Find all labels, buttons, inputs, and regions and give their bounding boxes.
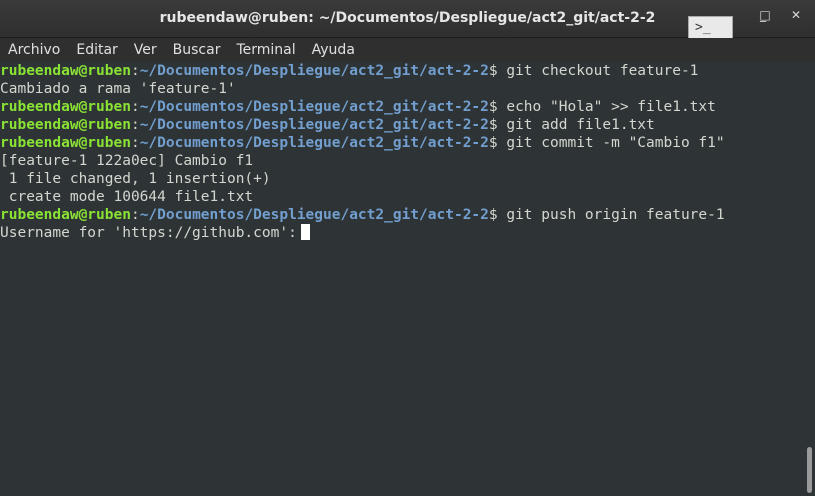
terminal-line: rubeendaw@ruben:~/Documentos/Despliegue/…	[0, 206, 803, 224]
menu-archivo[interactable]: Archivo	[0, 38, 68, 62]
menu-buscar[interactable]: Buscar	[165, 38, 229, 62]
maximize-icon[interactable]: □	[757, 8, 773, 22]
prompt-separator: :	[130, 117, 140, 133]
terminal-task-icon[interactable]: >_	[688, 16, 733, 38]
text-cursor[interactable]	[300, 224, 310, 240]
prompt-separator: :	[130, 63, 140, 79]
input-prompt-text: Username for 'https://github.com':	[0, 225, 297, 241]
terminal-output[interactable]: rubeendaw@ruben:~/Documentos/Despliegue/…	[0, 62, 803, 496]
prompt-user: rubeendaw@ruben	[0, 99, 131, 115]
menu-editar[interactable]: Editar	[68, 38, 125, 62]
close-icon[interactable]: ✕	[788, 8, 804, 22]
command-text: $ git push origin feature-1	[488, 207, 725, 223]
prompt-path: ~/Documentos/Despliegue/act2_git/act-2-2	[139, 207, 489, 223]
output-text: [feature-1 122a0ec] Cambio f1	[0, 153, 254, 169]
menu-ayuda[interactable]: Ayuda	[304, 38, 363, 62]
terminal-line: Username for 'https://github.com':	[0, 224, 803, 242]
command-text: $ git add file1.txt	[488, 117, 655, 133]
prompt-path: ~/Documentos/Despliegue/act2_git/act-2-2	[139, 117, 489, 133]
output-text: 1 file changed, 1 insertion(+)	[0, 171, 271, 187]
terminal-line: rubeendaw@ruben:~/Documentos/Despliegue/…	[0, 98, 803, 116]
menu-ver[interactable]: Ver	[126, 38, 165, 62]
prompt-path: ~/Documentos/Despliegue/act2_git/act-2-2	[139, 135, 489, 151]
prompt-separator: :	[130, 99, 140, 115]
terminal-line: rubeendaw@ruben:~/Documentos/Despliegue/…	[0, 134, 803, 152]
command-text: $ echo "Hola" >> file1.txt	[488, 99, 716, 115]
command-text: $ git checkout feature-1	[488, 63, 699, 79]
title-bar[interactable]: rubeendaw@ruben: ~/Documentos/Despliegue…	[0, 0, 815, 38]
command-text: $ git commit -m "Cambio f1"	[488, 135, 725, 151]
prompt-user: rubeendaw@ruben	[0, 135, 131, 151]
prompt-user: rubeendaw@ruben	[0, 117, 131, 133]
scrollbar-thumb[interactable]	[807, 447, 812, 493]
prompt-user: rubeendaw@ruben	[0, 207, 131, 223]
terminal-line: 1 file changed, 1 insertion(+)	[0, 170, 803, 188]
prompt-separator: :	[130, 207, 140, 223]
prompt-user: rubeendaw@ruben	[0, 63, 131, 79]
output-text: create mode 100644 file1.txt	[0, 189, 254, 205]
output-text: Cambiado a rama 'feature-1'	[0, 81, 236, 97]
prompt-path: ~/Documentos/Despliegue/act2_git/act-2-2	[139, 63, 489, 79]
terminal-line: rubeendaw@ruben:~/Documentos/Despliegue/…	[0, 62, 803, 80]
terminal-line: create mode 100644 file1.txt	[0, 188, 803, 206]
terminal-line: rubeendaw@ruben:~/Documentos/Despliegue/…	[0, 116, 803, 134]
prompt-separator: :	[130, 135, 140, 151]
terminal-line: [feature-1 122a0ec] Cambio f1	[0, 152, 803, 170]
scrollbar[interactable]	[803, 62, 815, 496]
terminal-prompt-icon: >_	[695, 20, 711, 35]
terminal-window: rubeendaw@ruben: ~/Documentos/Despliegue…	[0, 0, 815, 496]
terminal-line: Cambiado a rama 'feature-1'	[0, 80, 803, 98]
prompt-path: ~/Documentos/Despliegue/act2_git/act-2-2	[139, 99, 489, 115]
menu-bar: Archivo Editar Ver Buscar Terminal Ayuda	[0, 38, 815, 62]
menu-terminal[interactable]: Terminal	[228, 38, 303, 62]
